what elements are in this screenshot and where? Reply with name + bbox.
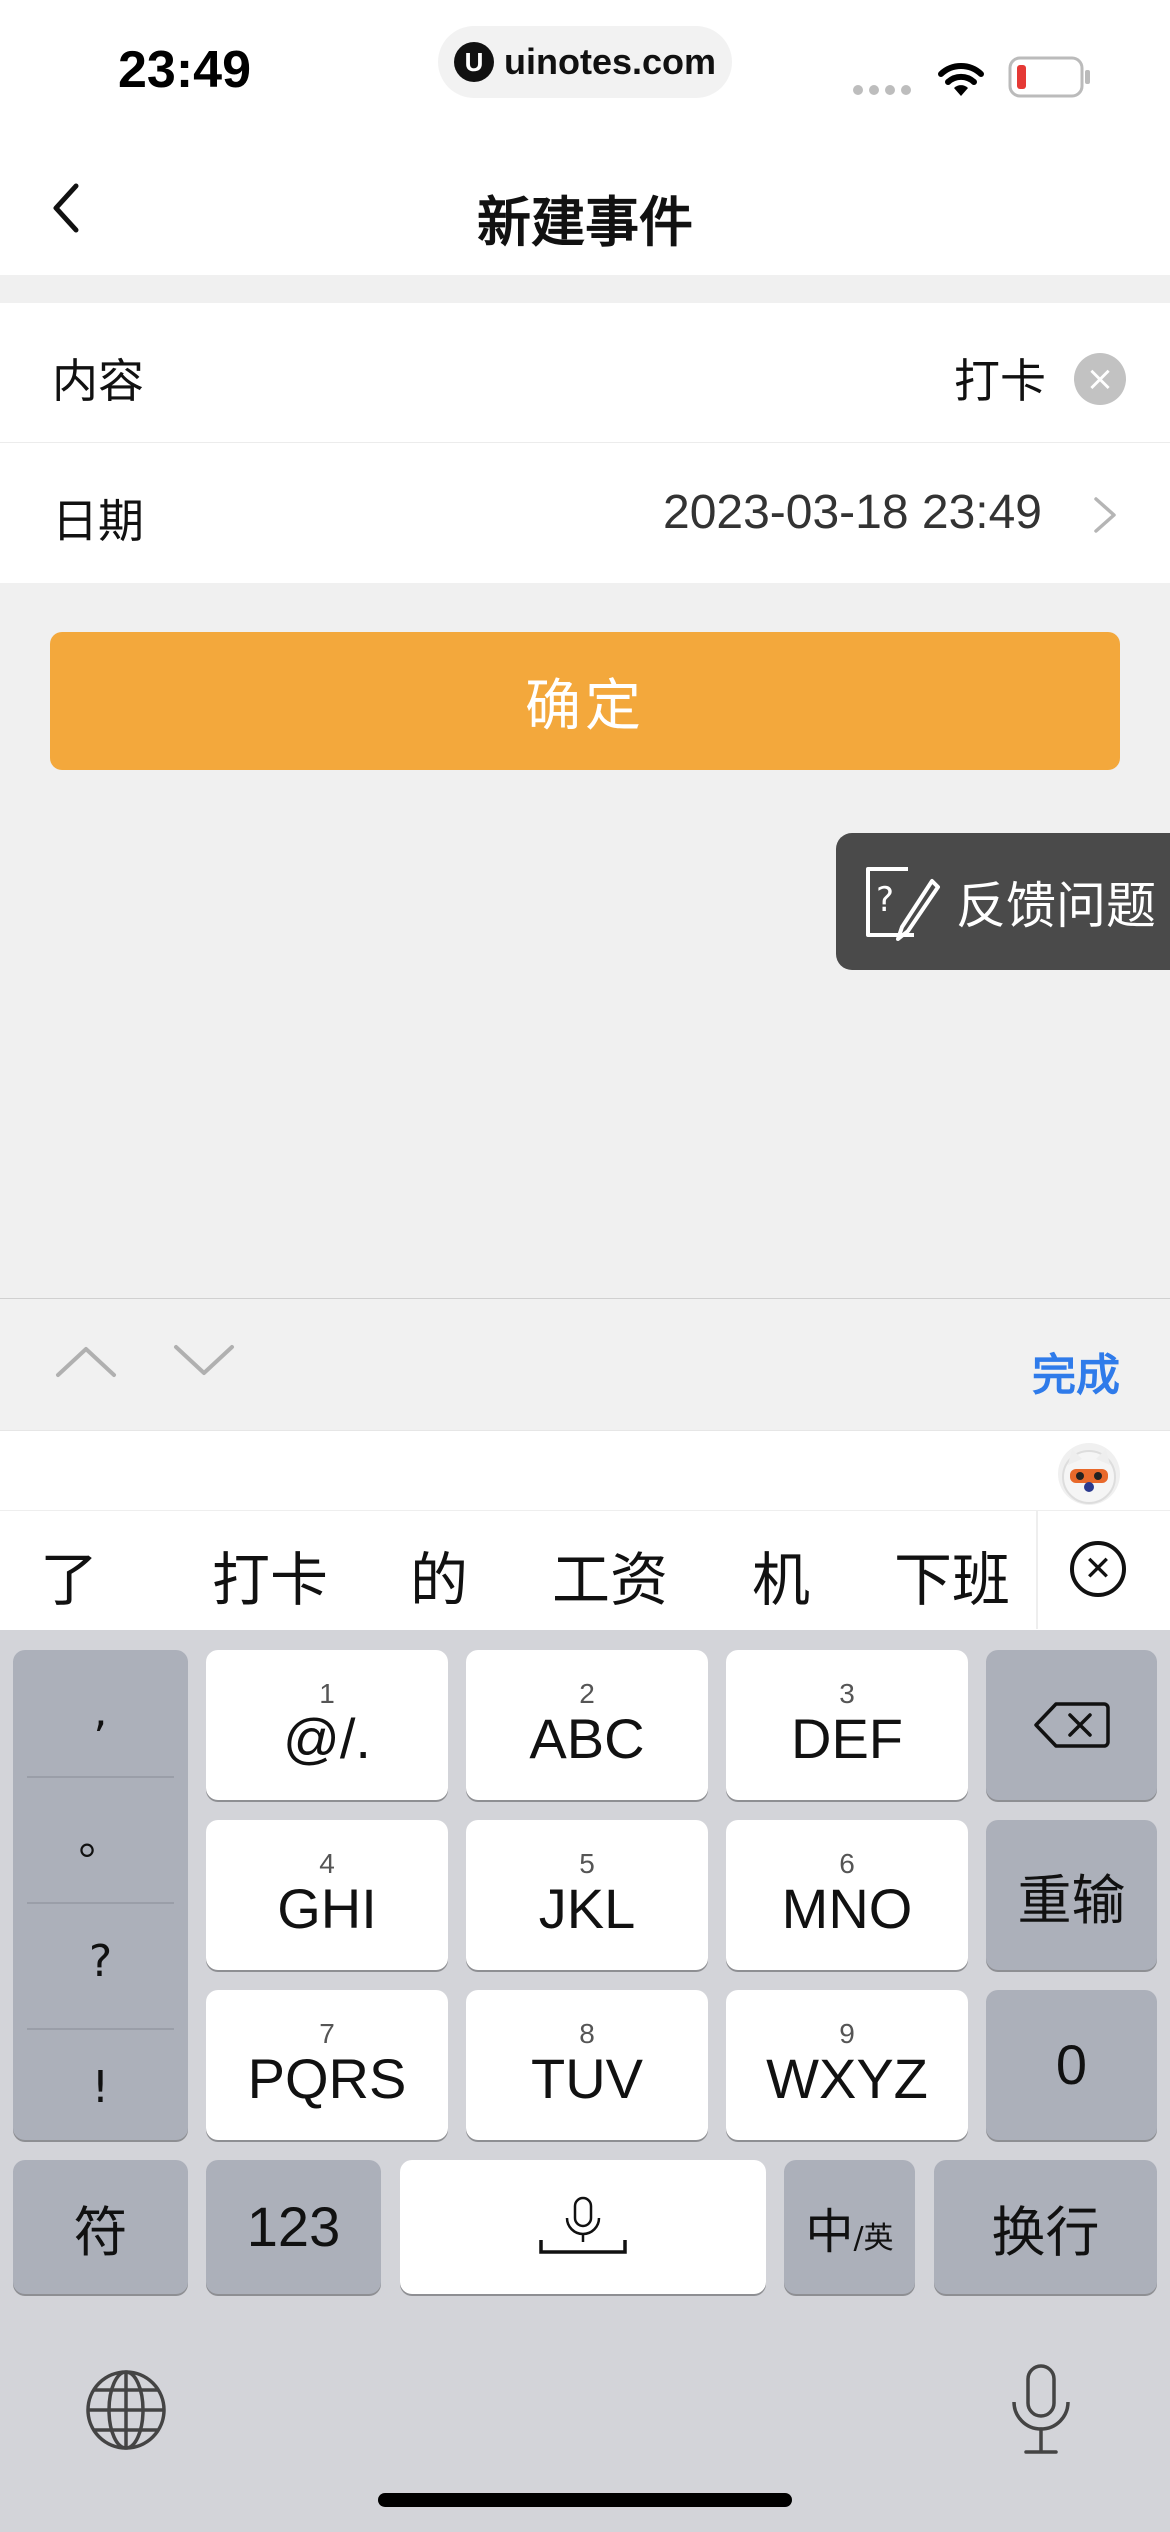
key-number: 6 [839, 1848, 855, 1880]
lang-main: 中 [805, 2204, 854, 2260]
key-letters: GHI [277, 1877, 377, 1941]
date-label: 日期 [52, 494, 144, 548]
key-4[interactable]: 4 GHI [206, 1820, 448, 1970]
key-letters: WXYZ [766, 2047, 928, 2111]
candidate-item[interactable]: 的 [410, 1533, 468, 1617]
close-candidates-icon[interactable]: ✕ [1070, 1541, 1126, 1597]
chevron-right-icon [1094, 497, 1116, 533]
numbers-key[interactable]: 123 [206, 2160, 381, 2294]
status-bar: 23:49 U uinotes.com [0, 0, 1170, 140]
chevron-down-icon[interactable] [172, 1341, 236, 1381]
candidate-item[interactable]: 机 [752, 1533, 810, 1617]
key-number: 9 [839, 2018, 855, 2050]
url-pill[interactable]: U uinotes.com [438, 26, 732, 98]
key-letters: DEF [791, 1707, 903, 1771]
lang-sub: /英 [853, 2221, 894, 2256]
key-5[interactable]: 5 JKL [466, 1820, 708, 1970]
candidate-item[interactable]: 了 [40, 1533, 98, 1617]
globe-icon[interactable] [84, 2368, 168, 2452]
key-number: 3 [839, 1678, 855, 1710]
candidate-bar: 了 打卡 的 工资 机 下班 ✕ [0, 1510, 1170, 1630]
key-number: 2 [579, 1678, 595, 1710]
home-indicator [378, 2493, 792, 2507]
candidate-divider [1036, 1511, 1038, 1629]
newline-label: 换行 [991, 2200, 1100, 2264]
candidate-item[interactable]: 打卡 [212, 1533, 328, 1617]
key-0[interactable]: 0 [986, 1990, 1157, 2140]
key-letters: @/. [283, 1707, 371, 1771]
keyboard: , 。 ? ! 1 @/. 2 ABC 3 DEF 4 GHI 5 JKL 6 … [0, 1630, 1170, 2532]
retype-label: 重输 [1017, 1868, 1126, 1932]
key-letters: 0 [1055, 2033, 1088, 2097]
event-form: 内容 打卡 × 日期 2023-03-18 23:49 [0, 303, 1170, 583]
chevron-up-icon[interactable] [54, 1341, 118, 1381]
content-input[interactable]: 打卡 [954, 345, 1046, 411]
content-row[interactable]: 内容 打卡 × [0, 303, 1170, 443]
key-2[interactable]: 2 ABC [466, 1650, 708, 1800]
language-label: 中 /英 [805, 2192, 893, 2262]
site-logo-icon: U [453, 42, 494, 82]
feedback-label: 反馈问题 [956, 876, 1156, 935]
ime-mascot-icon[interactable] [1058, 1443, 1120, 1505]
space-key[interactable] [400, 2160, 766, 2294]
page-title: 新建事件 [477, 191, 693, 254]
url-text: uinotes.com [503, 41, 717, 82]
content-label: 内容 [52, 354, 144, 408]
punct-key[interactable]: ! [13, 2026, 188, 2148]
punct-key[interactable]: ? [13, 1900, 188, 2022]
date-row[interactable]: 日期 2023-03-18 23:49 [0, 443, 1170, 583]
key-letters: JKL [538, 1877, 636, 1941]
candidate-item[interactable]: 工资 [552, 1533, 668, 1617]
ime-toolbar [0, 1430, 1170, 1510]
newline-key[interactable]: 换行 [934, 2160, 1157, 2294]
key-7[interactable]: 7 PQRS [206, 1990, 448, 2140]
dictation-mic-icon[interactable] [1006, 2362, 1076, 2458]
key-1[interactable]: 1 @/. [206, 1650, 448, 1800]
key-number: 1 [319, 1678, 335, 1710]
key-number: 8 [579, 2018, 595, 2050]
feedback-edit-icon: ? [866, 866, 940, 941]
svg-text:?: ? [876, 880, 894, 920]
backspace-key[interactable] [986, 1650, 1157, 1800]
confirm-button[interactable]: 确定 [50, 632, 1120, 770]
signal-icon [853, 85, 911, 95]
key-3[interactable]: 3 DEF [726, 1650, 968, 1800]
key-number: 4 [319, 1848, 335, 1880]
key-6[interactable]: 6 MNO [726, 1820, 968, 1970]
clear-icon[interactable]: × [1074, 353, 1126, 405]
space-mic-icon [539, 2196, 627, 2254]
feedback-button[interactable]: ? 反馈问题 [836, 833, 1170, 970]
key-number: 7 [319, 2018, 335, 2050]
punct-key[interactable]: 。 [13, 1774, 188, 1896]
key-letters: ABC [529, 1707, 645, 1771]
punctuation-column[interactable]: , 。 ? ! [13, 1650, 188, 2140]
numbers-label: 123 [246, 2195, 341, 2259]
candidate-item[interactable]: 下班 [894, 1533, 1010, 1617]
key-letters: PQRS [247, 2047, 407, 2111]
punct-key[interactable]: , [13, 1650, 188, 1772]
wifi-icon [938, 63, 984, 96]
key-number: 5 [579, 1848, 595, 1880]
backspace-icon [1033, 1702, 1110, 1748]
key-letters: TUV [531, 2047, 643, 2111]
keyboard-accessory-bar: 完成 [0, 1298, 1170, 1430]
status-time: 23:49 [118, 41, 251, 99]
nav-bar: 新建事件 [0, 140, 1170, 275]
symbols-label: 符 [73, 2200, 128, 2264]
key-letters: MNO [781, 1877, 913, 1941]
key-9[interactable]: 9 WXYZ [726, 1990, 968, 2140]
date-value: 2023-03-18 23:49 [663, 486, 1042, 539]
battery-icon [1008, 56, 1090, 98]
symbols-key[interactable]: 符 [13, 2160, 188, 2294]
key-8[interactable]: 8 TUV [466, 1990, 708, 2140]
retype-key[interactable]: 重输 [986, 1820, 1157, 1970]
done-button[interactable]: 完成 [1032, 1339, 1120, 1403]
language-key[interactable]: 中 /英 [784, 2160, 915, 2294]
